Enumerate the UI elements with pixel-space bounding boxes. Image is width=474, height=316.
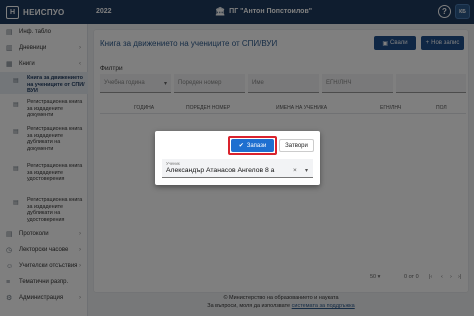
student-select[interactable]: Ученик Александър Атанасов Ангелов 8 а ×…	[162, 159, 313, 178]
save-button[interactable]: ✔ Запази	[231, 139, 274, 152]
close-button-label: Затвори	[285, 142, 308, 149]
close-button[interactable]: Затвори	[279, 139, 314, 152]
save-button-label: Запази	[246, 142, 267, 149]
chevron-down-icon[interactable]: ▾	[305, 167, 308, 174]
student-dialog: ✔ Запази Затвори Ученик Александър Атана…	[155, 131, 320, 185]
check-icon: ✔	[238, 143, 244, 149]
student-select-label: Ученик	[166, 161, 180, 166]
clear-icon[interactable]: ×	[293, 167, 297, 174]
student-select-value: Александър Атанасов Ангелов 8 а	[166, 167, 275, 174]
